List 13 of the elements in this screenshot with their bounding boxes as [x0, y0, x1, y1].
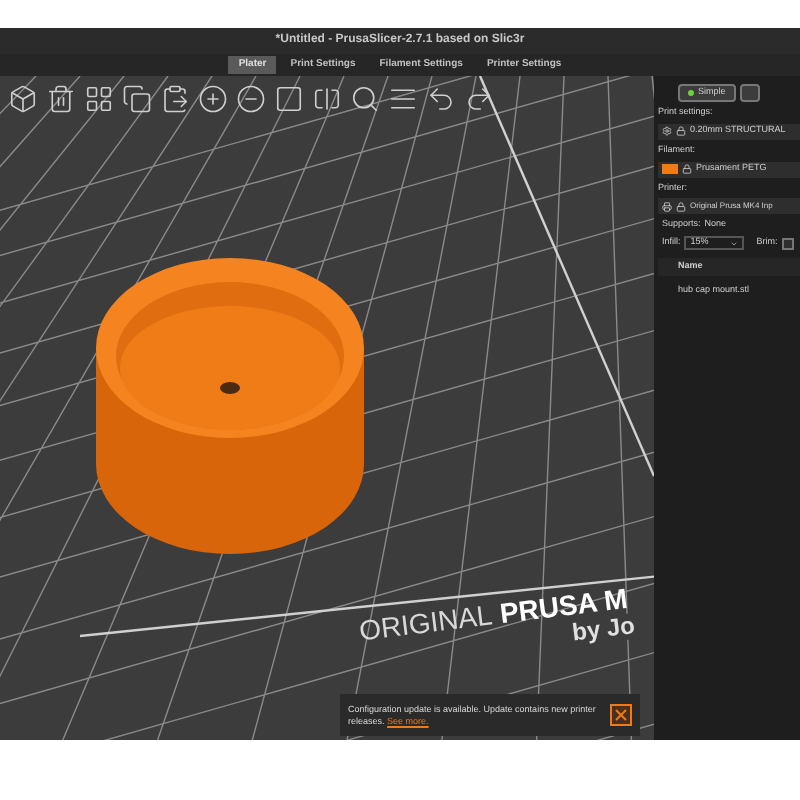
- circle-minus-icon[interactable]: [232, 80, 268, 116]
- filament-color-swatch: [662, 164, 678, 174]
- close-icon[interactable]: [610, 704, 632, 726]
- lock-icon: [676, 201, 686, 212]
- copy-icon[interactable]: [118, 80, 154, 116]
- circle-plus-icon[interactable]: [194, 80, 230, 116]
- bed-logo-text: ORIGINAL: [357, 600, 495, 647]
- printer-icon: [662, 201, 672, 212]
- brim-checkbox[interactable]: [781, 237, 794, 249]
- lock-icon: [676, 126, 686, 137]
- gear-icon: [662, 126, 672, 137]
- mode-button-partial[interactable]: [739, 84, 760, 102]
- lock-icon: [682, 164, 692, 174]
